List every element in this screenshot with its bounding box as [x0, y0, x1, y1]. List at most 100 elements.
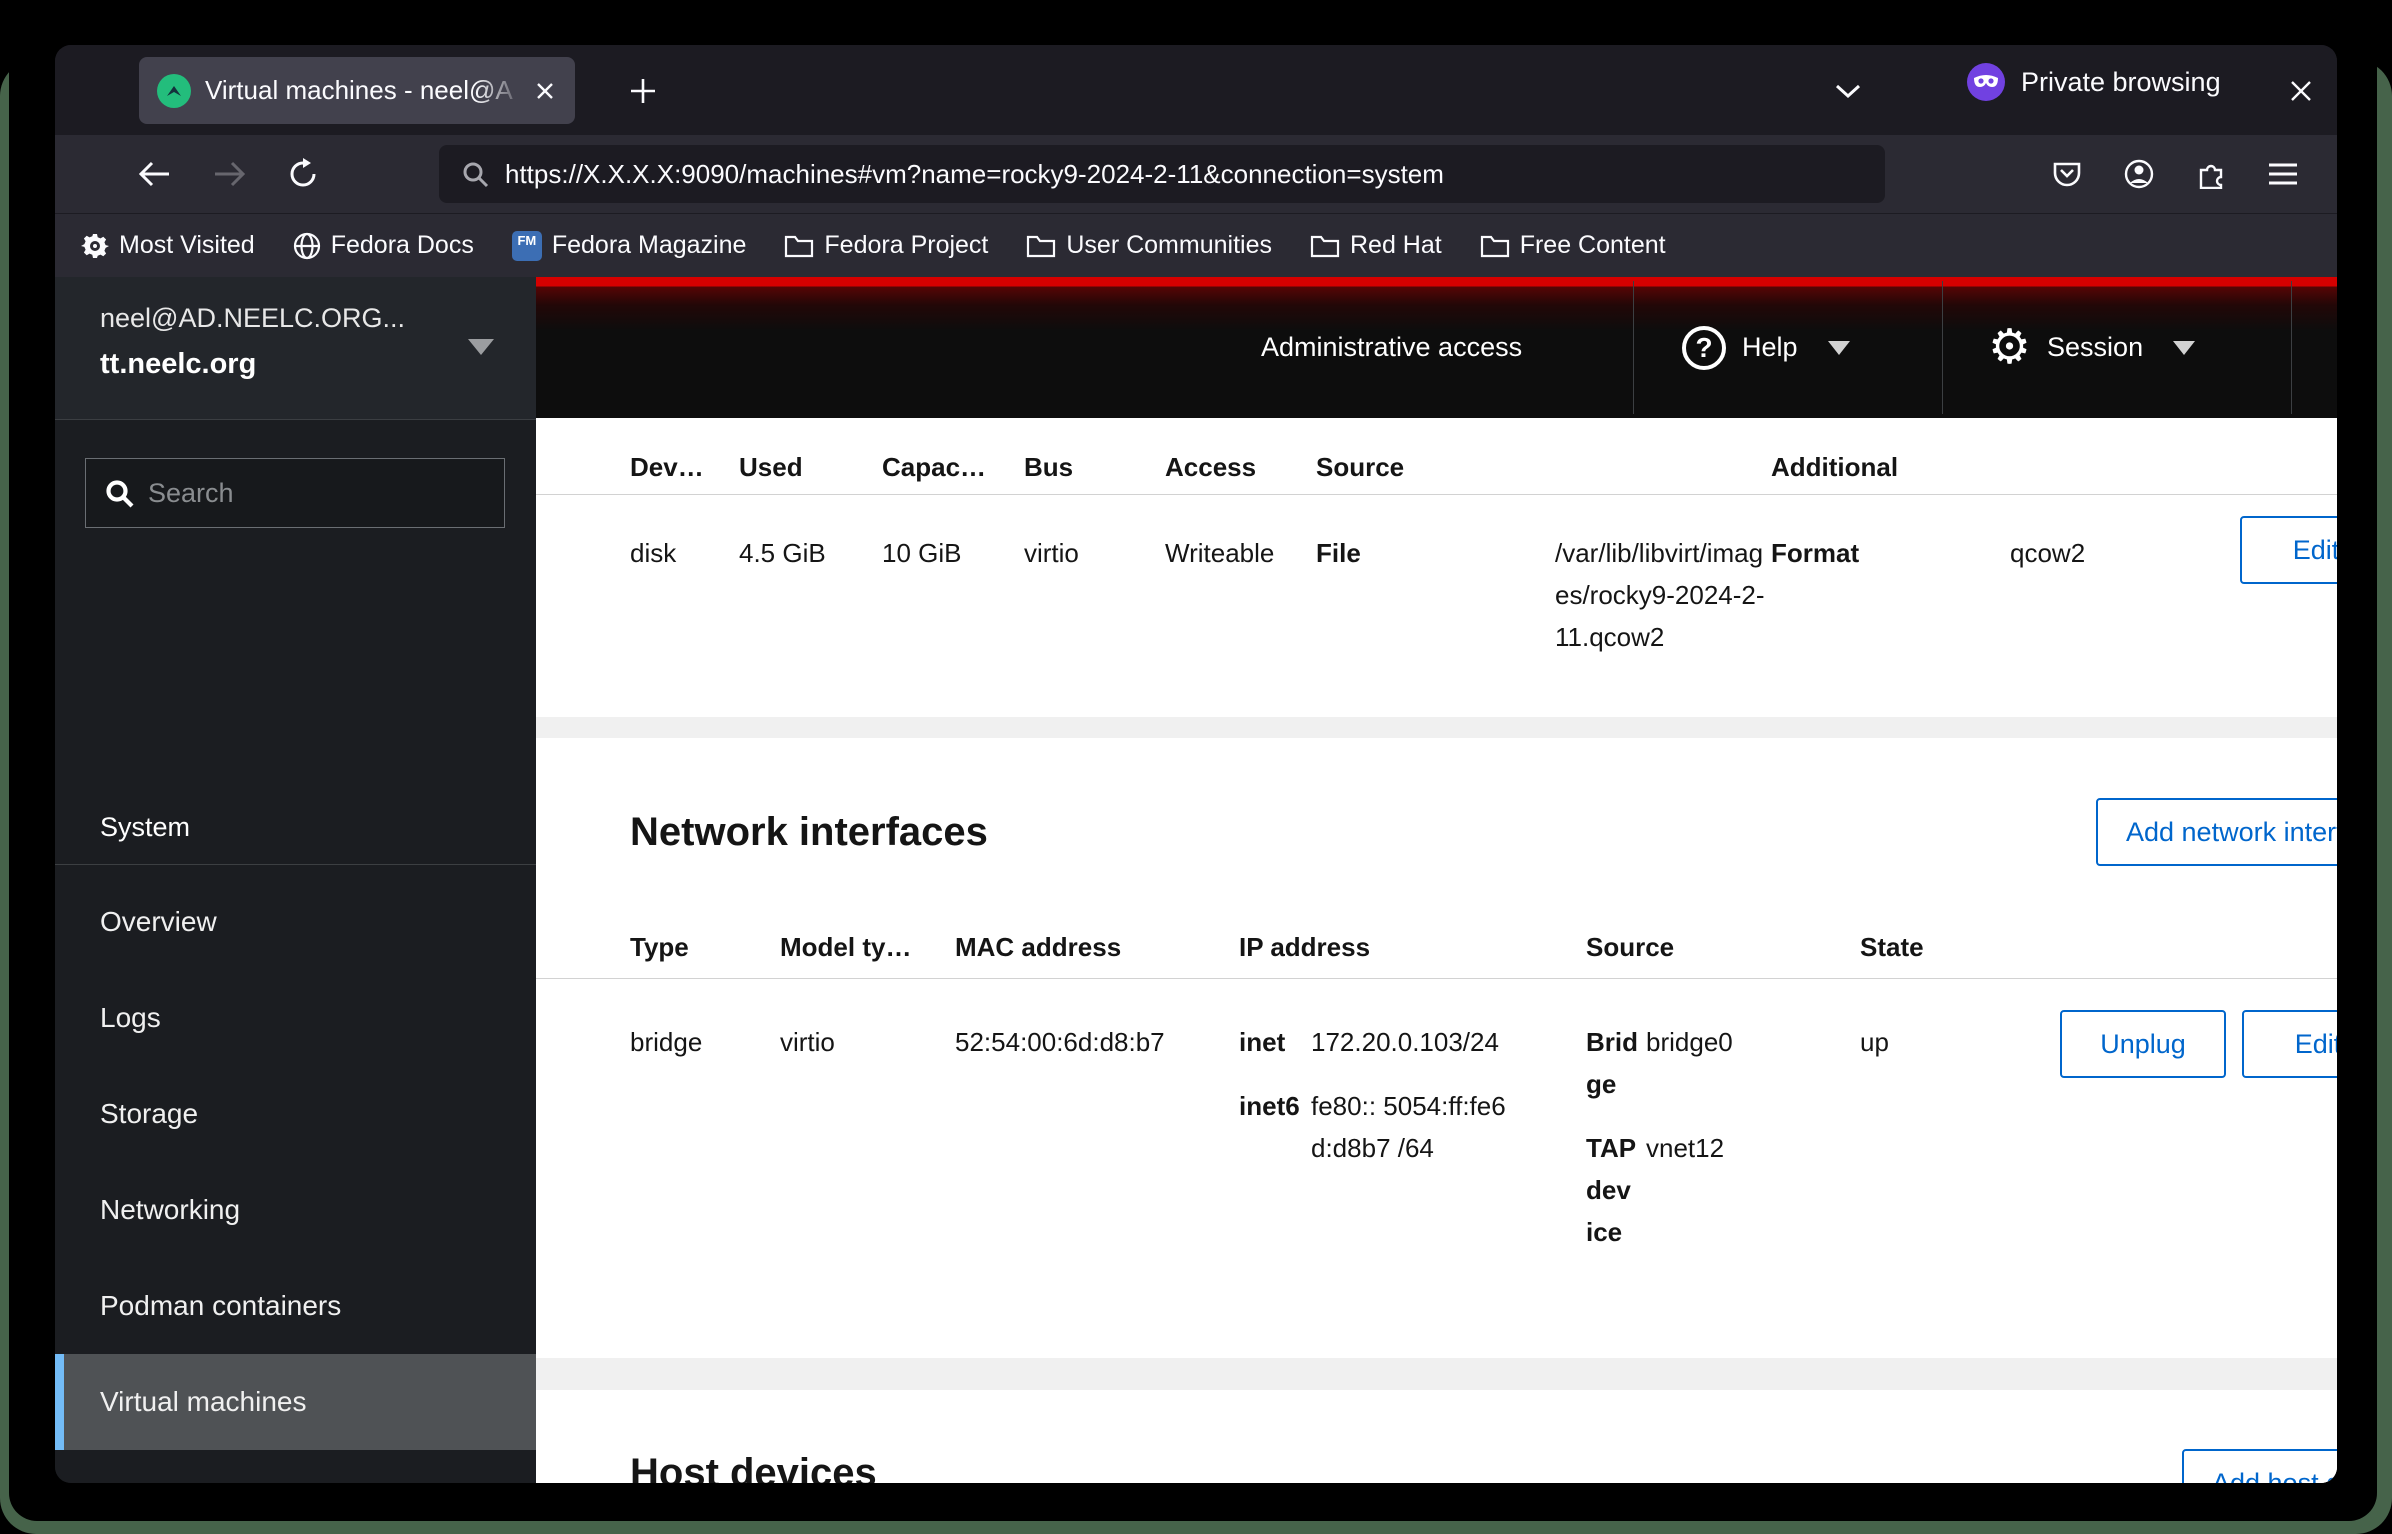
host-switcher[interactable]: neel@AD.NEELC.ORG... tt.neelc.org [55, 277, 536, 420]
forward-button[interactable] [201, 146, 257, 202]
col-header-source: Source [1316, 446, 1404, 488]
disk-source-path: /var/lib/libvirt/images/rocky9-2024-2-11… [1555, 532, 1767, 658]
search-input[interactable] [148, 478, 448, 509]
bookmark-fedora-magazine[interactable]: FM Fedora Magazine [512, 231, 747, 261]
col-header-bus: Bus [1024, 446, 1073, 488]
sidebar-item-accounts[interactable]: Accounts [55, 1450, 536, 1483]
url-bar[interactable]: https://X.X.X.X:9090/machines#vm?name=ro… [439, 145, 1885, 203]
toolbar-icons [2031, 146, 2319, 202]
private-browsing-badge: Private browsing [1967, 63, 2221, 101]
masthead-divider [2291, 281, 2292, 414]
disk-edit-button[interactable]: Edit [2240, 516, 2337, 584]
iface-state: up [1860, 1021, 1889, 1063]
masthead-divider [1942, 281, 1943, 414]
navigation-toolbar: https://X.X.X.X:9090/machines#vm?name=ro… [55, 135, 2337, 213]
logged-in-user: neel@AD.NEELC.ORG... [100, 303, 496, 334]
disks-card: Dev… Used Capac… Bus Access Source Addit… [536, 418, 2337, 717]
bookmark-red-hat[interactable]: Red Hat [1310, 231, 1442, 260]
back-button[interactable] [127, 146, 183, 202]
disk-format-value: qcow2 [2010, 532, 2085, 574]
sidebar-item-logs[interactable]: Logs [55, 970, 536, 1066]
masthead: Administrative access ? Help ⚙ Session [536, 277, 2337, 418]
iface-model: virtio [780, 1021, 835, 1063]
iface-mac: 52:54:00:6d:d8:b7 [955, 1021, 1165, 1063]
host-name: tt.neelc.org [100, 348, 496, 381]
inet-label: inet [1239, 1021, 1311, 1063]
sidebar-nav: Overview Logs Storage Networking Podman … [55, 874, 536, 1483]
cockpit-sidebar: neel@AD.NEELC.ORG... tt.neelc.org System… [55, 277, 536, 1483]
bridge-value: bridge0 [1646, 1021, 1733, 1105]
add-network-interface-button[interactable]: Add network interface [2096, 798, 2337, 866]
host-devices-title: Host devices [630, 1445, 877, 1483]
disk-used: 4.5 GiB [739, 532, 826, 574]
iface-ip-cell: inet 172.20.0.103/24 inet6 fe80:: 5054:f… [1239, 1021, 1529, 1191]
disk-format-label: Format [1771, 532, 1859, 574]
bookmark-most-visited[interactable]: Most Visited [81, 231, 255, 260]
sidebar-search[interactable] [85, 458, 505, 528]
source-entry: TAP device vnet12 [1586, 1127, 1826, 1253]
sidebar-section-system: System [100, 802, 190, 852]
inet6-value: fe80:: 5054:ff:fe6d:d8b7 /64 [1311, 1085, 1519, 1169]
tap-device-value: vnet12 [1646, 1127, 1724, 1253]
fm-badge-icon: FM [512, 231, 542, 261]
list-all-tabs-chevron-icon[interactable] [1823, 67, 1873, 115]
add-host-device-button[interactable]: Add host device [2182, 1449, 2337, 1483]
search-icon [104, 478, 134, 508]
col-header-additional: Additional [1771, 446, 1898, 488]
new-tab-button[interactable] [619, 67, 667, 115]
col-header-state: State [1860, 926, 1924, 968]
cockpit-favicon-icon [157, 74, 191, 108]
sidebar-item-virtual-machines[interactable]: Virtual machines [55, 1354, 536, 1450]
disk-capacity: 10 GiB [882, 532, 962, 574]
gear-icon [81, 232, 109, 260]
col-header-device: Dev… [630, 446, 704, 488]
sidebar-item-podman-containers[interactable]: Podman containers [55, 1258, 536, 1354]
col-header-access: Access [1165, 446, 1256, 488]
source-entry: Bridge bridge0 [1586, 1021, 1826, 1105]
col-header-ip: IP address [1239, 926, 1370, 968]
iface-edit-button[interactable]: Edit [2242, 1010, 2337, 1078]
table-header-divider [536, 494, 2337, 495]
disk-access: Writeable [1165, 532, 1274, 574]
help-menu[interactable]: ? Help [1682, 277, 1850, 418]
sidebar-item-networking[interactable]: Networking [55, 1162, 536, 1258]
extensions-puzzle-icon[interactable] [2175, 146, 2247, 202]
host-devices-card: Host devices Add host device [536, 1390, 2337, 1483]
bookmark-user-communities[interactable]: User Communities [1026, 231, 1272, 260]
folder-icon [1480, 233, 1510, 259]
bridge-label: Bridge [1586, 1021, 1638, 1105]
network-interfaces-card: Network interfaces Add network interface… [536, 738, 2337, 1358]
browser-tab[interactable]: Virtual machines - neel@A [139, 57, 575, 124]
col-header-type: Type [630, 926, 689, 968]
bookmark-free-content[interactable]: Free Content [1480, 231, 1666, 260]
sidebar-divider [55, 864, 536, 865]
disk-bus: virtio [1024, 532, 1079, 574]
firefox-window: Virtual machines - neel@A Private browsi… [55, 45, 2337, 1483]
bookmark-fedora-project[interactable]: Fedora Project [784, 231, 988, 260]
account-icon[interactable] [2103, 146, 2175, 202]
pocket-icon[interactable] [2031, 146, 2103, 202]
bookmark-fedora-docs[interactable]: Fedora Docs [293, 231, 474, 260]
private-browsing-label: Private browsing [2021, 67, 2221, 98]
col-header-capacity: Capac… [882, 446, 986, 488]
col-header-model: Model ty… [780, 926, 911, 968]
window-close-icon[interactable] [2277, 67, 2325, 115]
host-switcher-caret-icon [468, 339, 494, 355]
menu-hamburger-icon[interactable] [2247, 146, 2319, 202]
ip-entry: inet6 fe80:: 5054:ff:fe6d:d8b7 /64 [1239, 1085, 1529, 1169]
chevron-down-icon [2173, 341, 2195, 355]
url-text: https://X.X.X.X:9090/machines#vm?name=ro… [505, 159, 1444, 190]
sidebar-item-overview[interactable]: Overview [55, 874, 536, 970]
masthead-divider [1633, 281, 1634, 414]
tab-strip: Virtual machines - neel@A Private browsi… [55, 45, 2337, 135]
help-icon: ? [1682, 326, 1726, 370]
sidebar-item-storage[interactable]: Storage [55, 1066, 536, 1162]
session-menu[interactable]: ⚙ Session [1988, 277, 2195, 418]
chevron-down-icon [1828, 341, 1850, 355]
tab-close-icon[interactable] [533, 79, 557, 103]
unplug-button[interactable]: Unplug [2060, 1010, 2226, 1078]
reload-button[interactable] [275, 146, 331, 202]
iface-type: bridge [630, 1021, 702, 1063]
folder-icon [784, 233, 814, 259]
admin-access-indicator[interactable]: Administrative access [1261, 277, 1522, 418]
